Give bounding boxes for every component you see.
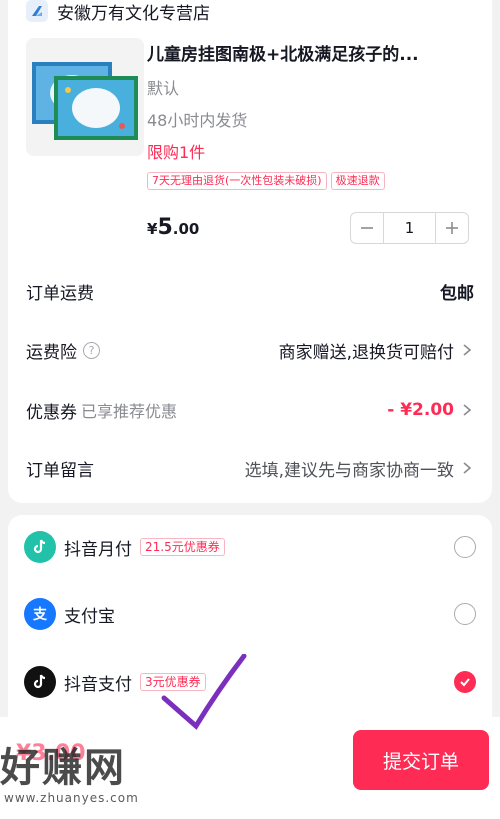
douyin-pay-icon [24, 666, 56, 698]
chevron-right-icon [463, 344, 472, 356]
check-icon [460, 678, 470, 687]
price-decimal: .00 [172, 220, 200, 238]
submit-order-button[interactable]: 提交订单 [353, 730, 489, 790]
douyin-monthly-icon [24, 531, 56, 563]
pay-method-row[interactable]: 抖音支付 3元优惠券 [24, 664, 476, 700]
freight-value: 包邮 [440, 283, 474, 304]
pay-method-row[interactable]: 支 支付宝 [24, 596, 476, 632]
freight-row: 订单运费 包邮 [26, 276, 474, 306]
product-spec: 默认 [147, 79, 180, 98]
purchase-limit: 限购1件 [147, 143, 206, 162]
service-tags: 7天无理由退货(一次性包装未破损) 极速退款 [147, 172, 385, 190]
fast-refund-tag: 极速退款 [330, 172, 385, 190]
coupon-sub-label: 已享推荐优惠 [81, 402, 178, 421]
pay-method-tag: 21.5元优惠券 [140, 538, 225, 556]
coupon-value: - ¥2.00 [387, 400, 454, 420]
chevron-right-icon [463, 404, 472, 416]
price-currency: ¥ [147, 220, 158, 238]
insurance-value: 商家赠送,退换货可赔付 [278, 342, 454, 363]
quantity-value[interactable]: 1 [383, 213, 436, 243]
pay-method-label: 抖音支付 [64, 674, 132, 695]
chevron-right-icon [463, 462, 472, 474]
product-title[interactable]: 儿童房挂图南极+北极满足孩子的... [147, 40, 419, 65]
watermark-url: www.zhuanyes.com [4, 791, 139, 805]
shipping-info: 48小时内发货 [147, 111, 248, 130]
coupon-value-wrap: - ¥2.00 [387, 400, 474, 420]
radio-button-checked[interactable] [454, 671, 476, 693]
plus-icon[interactable] [436, 213, 468, 243]
quantity-stepper: 1 [350, 212, 469, 244]
handwritten-check-mark [161, 654, 247, 730]
pay-method-label: 抖音月付 [64, 539, 132, 560]
insurance-row[interactable]: 运费险 ? 商家赠送,退换货可赔付 [26, 335, 474, 365]
insurance-value-wrap: 商家赠送,退换货可赔付 [279, 338, 474, 363]
note-placeholder[interactable]: 选填,建议先与商家协商一致 [245, 456, 454, 481]
insurance-label: 运费险 [26, 342, 77, 363]
store-logo-icon [26, 0, 48, 22]
pay-method-row[interactable]: 抖音月付 21.5元优惠券 [24, 529, 476, 565]
return-policy-tag: 7天无理由退货(一次性包装未破损) [147, 172, 327, 190]
price-integer: 5 [157, 215, 173, 240]
note-label: 订单留言 [26, 460, 94, 481]
product-image[interactable] [26, 38, 144, 156]
coupon-label: 优惠券 [26, 402, 77, 423]
watermark-logo: 好赚网 [0, 745, 126, 791]
freight-label: 订单运费 [26, 283, 94, 304]
store-name: 安徽万有文化专营店 [57, 3, 210, 24]
radio-button[interactable] [454, 536, 476, 558]
note-row[interactable]: 订单留言 选填,建议先与商家协商一致 [26, 453, 474, 483]
alipay-icon: 支 [24, 598, 56, 630]
minus-icon[interactable] [351, 213, 383, 243]
help-icon[interactable]: ? [83, 341, 100, 359]
radio-button[interactable] [454, 603, 476, 625]
note-value-wrap: 选填,建议先与商家协商一致 [245, 456, 474, 481]
pay-method-label: 支付宝 [64, 606, 115, 627]
svg-text:支: 支 [32, 606, 48, 623]
product-price: ¥5.00 [147, 215, 199, 240]
coupon-row[interactable]: 优惠券 已享推荐优惠 - ¥2.00 [26, 395, 474, 425]
store-header[interactable]: 安徽万有文化专营店 [26, 0, 210, 24]
